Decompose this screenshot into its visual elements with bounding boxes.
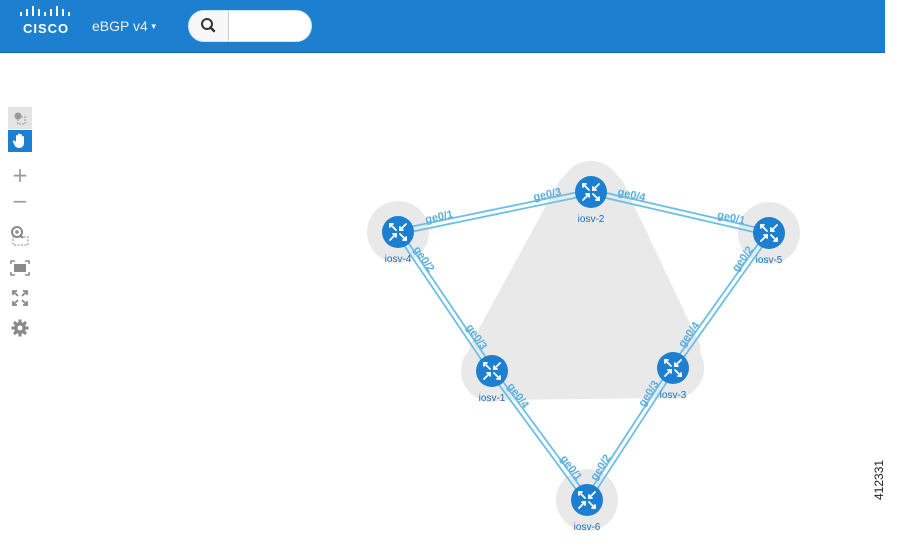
interface-label: ge0/2 — [411, 244, 437, 274]
node-label: iosv-2 — [578, 214, 605, 225]
node-label: iosv-4 — [385, 254, 412, 265]
node-label: iosv-6 — [574, 522, 601, 533]
router-node-iosv-6[interactable]: iosv-6 — [571, 484, 603, 533]
figure-id: 412331 — [872, 459, 886, 500]
topology-canvas[interactable]: ge0/1ge0/3 ge0/4ge0/1ge0/2ge0/3ge0/2ge0/4… — [0, 0, 900, 550]
node-label: iosv-1 — [479, 393, 506, 404]
router-node-iosv-1[interactable]: iosv-1 — [476, 355, 508, 404]
router-node-iosv-3[interactable]: iosv-3 — [657, 352, 689, 401]
interface-label: ge0/2 — [588, 453, 613, 483]
node-label: iosv-3 — [660, 390, 687, 401]
router-node-iosv-2[interactable]: iosv-2 — [575, 176, 607, 225]
interface-label: ge0/2 — [730, 244, 756, 274]
node-label: iosv-5 — [756, 255, 783, 266]
router-node-iosv-5[interactable]: iosv-5 — [753, 217, 785, 266]
router-node-iosv-4[interactable]: iosv-4 — [382, 216, 414, 265]
